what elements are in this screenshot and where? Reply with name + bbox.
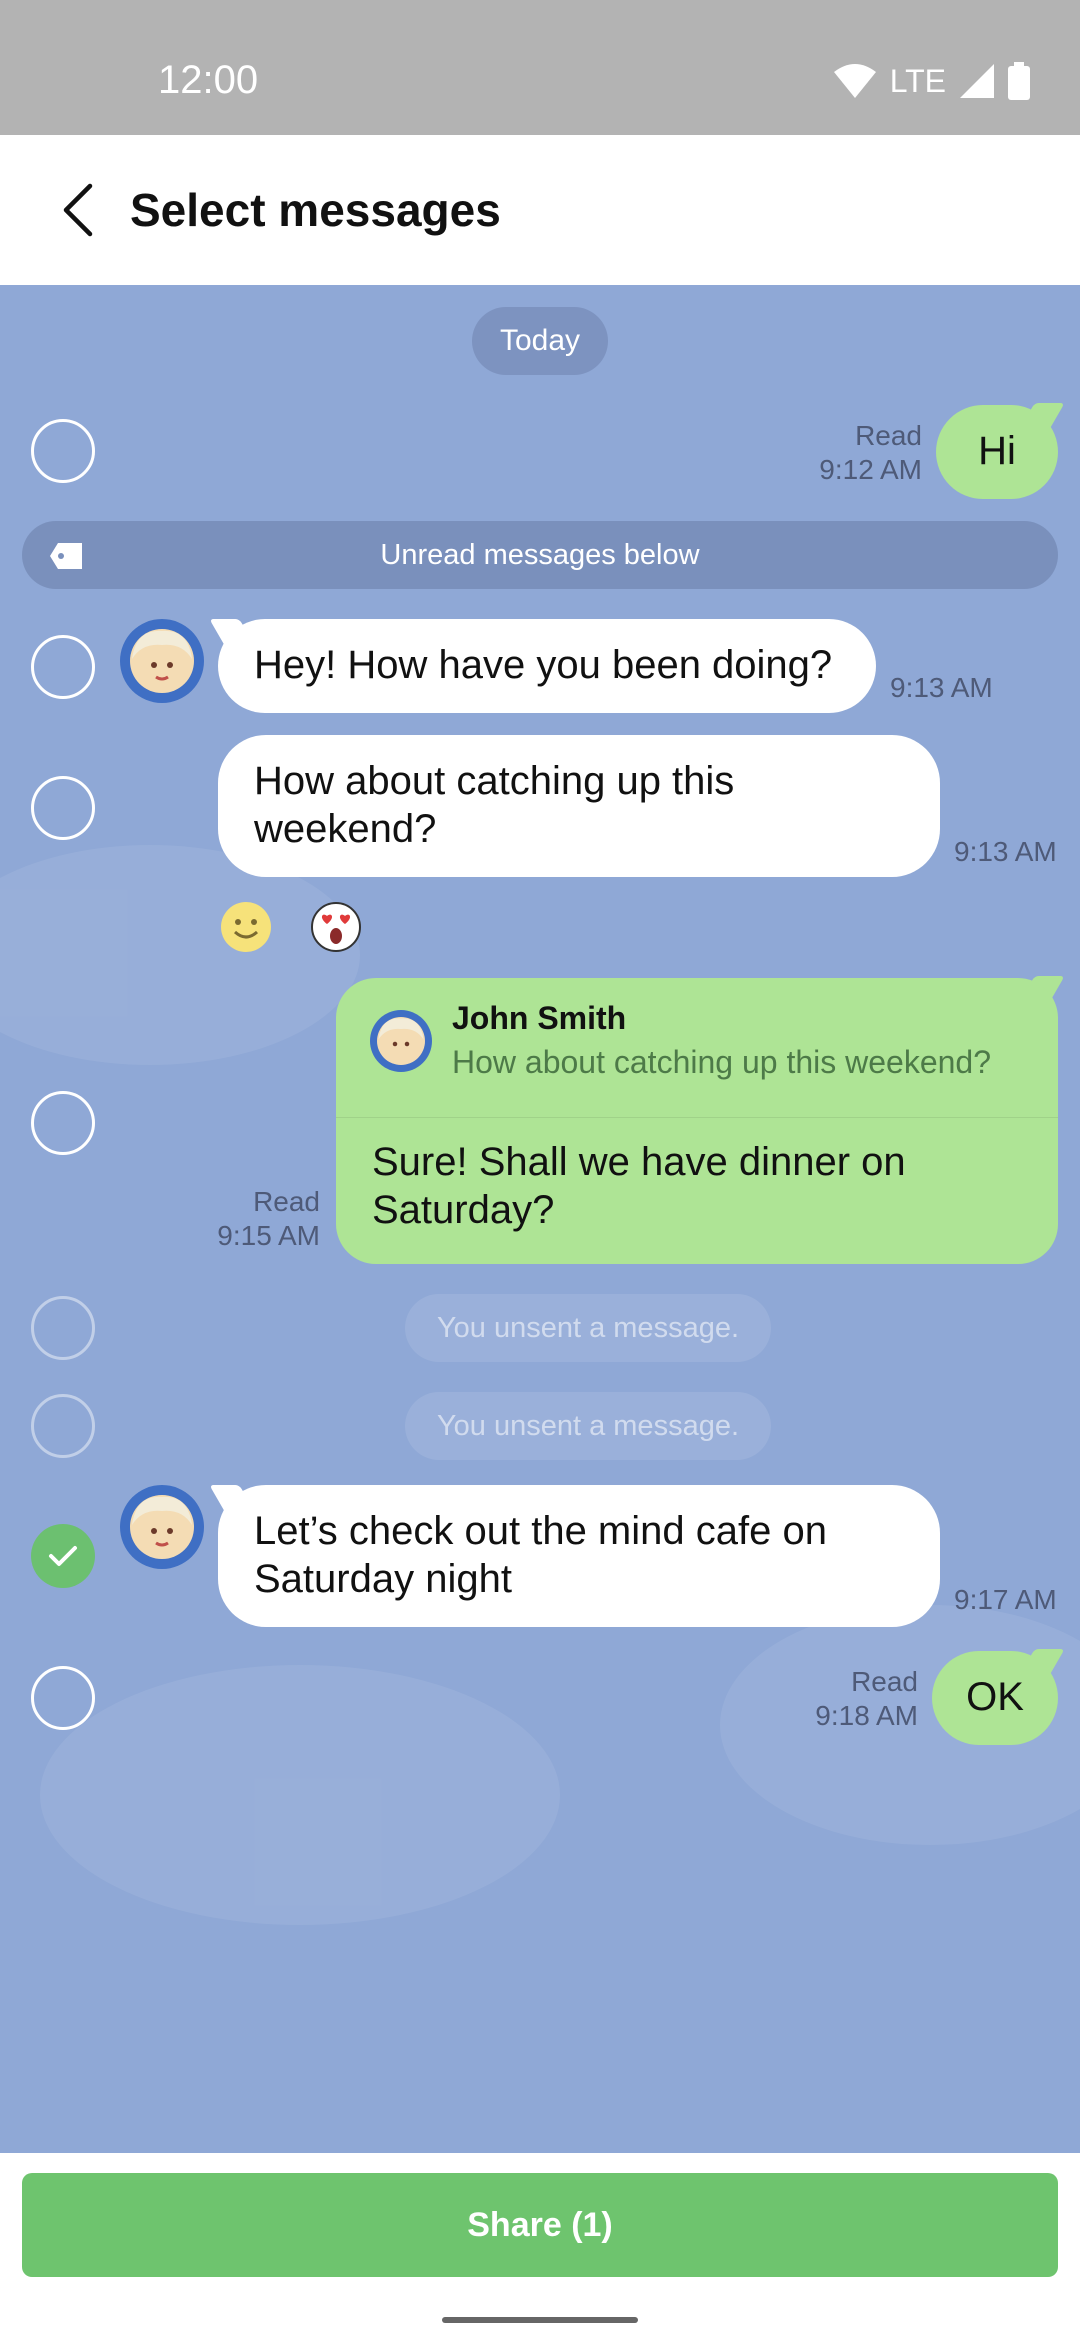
back-arrow-icon bbox=[63, 183, 93, 237]
avatar[interactable] bbox=[120, 619, 204, 703]
message-meta: Read 9:15 AM bbox=[217, 1185, 320, 1253]
reply-avatar bbox=[370, 1010, 432, 1072]
status-bar: 12:00 LTE bbox=[0, 0, 1080, 135]
app-header: Select messages bbox=[0, 135, 1080, 285]
message-time: 9:15 AM bbox=[217, 1220, 320, 1251]
share-button[interactable]: Share (1) bbox=[22, 2173, 1058, 2277]
avatar[interactable] bbox=[120, 1485, 204, 1569]
reply-sender-name: John Smith bbox=[452, 1000, 627, 1036]
message-bubble[interactable]: How about catching up this weekend? bbox=[218, 735, 940, 877]
home-indicator[interactable] bbox=[442, 2317, 638, 2323]
background-cloud bbox=[0, 845, 360, 1065]
message-meta: Read 9:18 AM bbox=[815, 1665, 918, 1733]
unsent-notice: You unsent a message. bbox=[405, 1294, 771, 1362]
message-time: 9:12 AM bbox=[819, 454, 922, 485]
background-cloud bbox=[40, 1665, 560, 1925]
message-time: 9:13 AM bbox=[890, 672, 993, 703]
message-bubble[interactable]: Hey! How have you been doing? bbox=[218, 619, 876, 713]
unread-label: Unread messages below bbox=[380, 538, 700, 571]
read-receipt: Read bbox=[253, 1186, 320, 1217]
smile-reaction-icon[interactable] bbox=[220, 901, 272, 953]
read-receipt: Read bbox=[855, 420, 922, 451]
avatar-face-icon bbox=[130, 1495, 194, 1559]
signal-icon bbox=[960, 64, 994, 98]
wifi-icon bbox=[833, 64, 876, 98]
select-checkbox-checked[interactable] bbox=[31, 1524, 95, 1588]
select-checkbox bbox=[31, 1394, 95, 1458]
unsent-notice: You unsent a message. bbox=[405, 1392, 771, 1460]
select-checkbox[interactable] bbox=[31, 1091, 95, 1155]
back-button[interactable] bbox=[48, 175, 108, 245]
avatar-face-icon bbox=[377, 1017, 425, 1065]
network-label: LTE bbox=[889, 62, 946, 99]
avatar-face-icon bbox=[130, 629, 194, 693]
page-title: Select messages bbox=[130, 184, 501, 236]
battery-icon bbox=[1008, 62, 1030, 100]
select-checkbox[interactable] bbox=[31, 419, 95, 483]
bottom-action-area: Share (1) bbox=[0, 2153, 1080, 2340]
check-icon bbox=[49, 1546, 77, 1566]
message-bubble[interactable]: Hi bbox=[936, 405, 1058, 499]
message-time: 9:18 AM bbox=[815, 1700, 918, 1731]
reply-message-text: Sure! Shall we have dinner on Saturday? bbox=[372, 1140, 906, 1232]
tag-icon bbox=[50, 543, 82, 569]
message-bubble-selected[interactable]: Let’s check out the mind cafe on Saturda… bbox=[218, 1485, 940, 1627]
select-checkbox bbox=[31, 1296, 95, 1360]
reply-quote-block[interactable]: John Smith How about catching up this we… bbox=[336, 978, 1058, 1118]
message-time: 9:17 AM bbox=[954, 1584, 1057, 1615]
select-checkbox[interactable] bbox=[31, 776, 95, 840]
message-time: 9:13 AM bbox=[954, 836, 1057, 867]
heart-eyes-reaction-icon[interactable] bbox=[310, 901, 362, 953]
status-icons: LTE bbox=[833, 62, 1030, 100]
select-checkbox[interactable] bbox=[31, 1666, 95, 1730]
reply-quoted-text: How about catching up this weekend? bbox=[452, 1044, 992, 1080]
message-meta: Read 9:12 AM bbox=[819, 419, 922, 487]
date-pill: Today bbox=[472, 307, 608, 375]
chat-area[interactable]: Today Read 9:12 AM Hi Unread messages be… bbox=[0, 285, 1080, 2153]
reply-message-bubble[interactable]: John Smith How about catching up this we… bbox=[336, 978, 1058, 1264]
read-receipt: Read bbox=[851, 1666, 918, 1697]
unread-divider: Unread messages below bbox=[22, 521, 1058, 589]
message-bubble[interactable]: OK bbox=[932, 1651, 1058, 1745]
status-time: 12:00 bbox=[158, 58, 259, 102]
select-checkbox[interactable] bbox=[31, 635, 95, 699]
